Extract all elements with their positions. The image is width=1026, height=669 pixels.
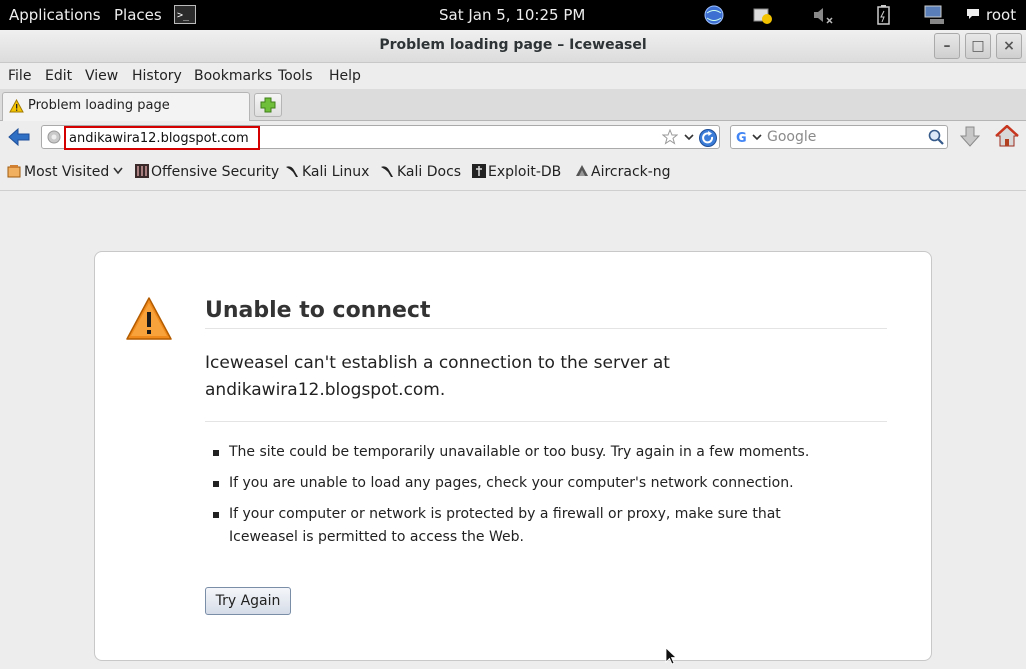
close-icon: × — [1003, 38, 1015, 54]
try-again-button[interactable]: Try Again — [205, 587, 291, 615]
back-button[interactable] — [8, 127, 30, 151]
most-visited-icon — [7, 164, 21, 178]
mouse-cursor-icon — [665, 647, 678, 669]
plus-icon — [260, 97, 276, 113]
bookmark-exploit-db[interactable]: Exploit-DB — [472, 164, 561, 180]
aircrack-icon — [575, 164, 589, 178]
window-title: Problem loading page – Iceweasel — [379, 37, 647, 53]
search-input[interactable] — [767, 129, 917, 145]
url-input[interactable] — [69, 130, 255, 146]
bookmark-star-icon[interactable] — [661, 128, 679, 149]
new-tab-button[interactable] — [254, 93, 282, 117]
window-titlebar: Problem loading page – Iceweasel – □ × — [0, 30, 1026, 63]
kali-dragon-icon — [285, 164, 299, 178]
maximize-button[interactable]: □ — [965, 33, 991, 59]
tab-strip: Problem loading page — [0, 89, 1026, 121]
description-divider — [205, 421, 887, 422]
bookmark-label: Aircrack-ng — [591, 164, 671, 180]
bookmark-most-visited[interactable]: Most Visited — [7, 164, 124, 180]
menu-file[interactable]: File — [8, 68, 31, 84]
exploit-db-icon — [472, 164, 486, 178]
page-content: Unable to connect Iceweasel can't establ… — [0, 191, 1026, 668]
battery-icon[interactable] — [872, 4, 894, 26]
reload-icon[interactable] — [698, 128, 718, 152]
error-bullet-2: If you are unable to load any pages, che… — [229, 475, 794, 491]
menu-view[interactable]: View — [85, 68, 118, 84]
navigation-bar: G — [0, 121, 1026, 155]
bookmark-kali-docs[interactable]: Kali Docs — [380, 164, 461, 180]
offensive-security-icon — [135, 164, 149, 178]
bookmarks-toolbar: Most Visited Offensive Security Kali Lin… — [0, 157, 1026, 191]
bullet-marker — [213, 481, 219, 487]
home-icon[interactable] — [995, 124, 1019, 151]
terminal-icon[interactable]: >_ — [174, 5, 196, 24]
warning-icon — [125, 296, 173, 346]
warning-icon — [9, 98, 24, 117]
kali-dragon-icon — [380, 164, 394, 178]
close-button[interactable]: × — [996, 33, 1022, 59]
bookmark-label: Offensive Security — [151, 164, 280, 180]
applications-menu[interactable]: Applications — [9, 6, 101, 24]
places-menu[interactable]: Places — [114, 6, 162, 24]
url-bar[interactable] — [41, 125, 720, 152]
network-globe-icon[interactable] — [703, 4, 725, 26]
bookmark-label: Most Visited — [24, 164, 110, 180]
update-notifier-icon[interactable] — [752, 4, 774, 26]
bullet-marker — [213, 450, 219, 456]
bookmark-label: Kali Docs — [397, 164, 462, 180]
menu-bookmarks[interactable]: Bookmarks — [194, 68, 272, 84]
error-bullet-3: If your computer or network is protected… — [229, 506, 781, 545]
tab-label: Problem loading page — [28, 98, 170, 113]
bullet-marker — [213, 512, 219, 518]
top-panel: Applications Places >_ Sat Jan 5, 10:25 … — [0, 0, 1026, 30]
volume-muted-icon[interactable] — [812, 4, 834, 26]
maximize-icon: □ — [971, 38, 985, 54]
tab-problem-loading[interactable]: Problem loading page — [2, 92, 250, 121]
google-icon[interactable]: G — [735, 129, 751, 149]
title-divider — [205, 328, 887, 329]
svg-text:>_: >_ — [177, 10, 190, 21]
error-title: Unable to connect — [205, 298, 431, 323]
error-bullet-1: The site could be temporarily unavailabl… — [229, 444, 810, 460]
menu-help[interactable]: Help — [329, 68, 361, 84]
site-identity-icon[interactable] — [47, 130, 61, 148]
bookmark-label: Kali Linux — [302, 164, 370, 180]
menu-bar: File Edit View History Bookmarks Tools H… — [0, 63, 1026, 89]
chat-bubble-icon — [966, 7, 980, 21]
chevron-down-icon — [113, 167, 123, 175]
search-bar[interactable]: G — [730, 125, 948, 149]
clock[interactable]: Sat Jan 5, 10:25 PM — [439, 6, 585, 24]
user-menu[interactable]: root — [986, 6, 1016, 24]
bookmark-aircrack-ng[interactable]: Aircrack-ng — [575, 164, 671, 180]
back-arrow-icon — [8, 127, 30, 147]
bookmark-kali-linux[interactable]: Kali Linux — [285, 164, 369, 180]
bookmark-offensive-security[interactable]: Offensive Security — [135, 164, 279, 180]
error-container: Unable to connect Iceweasel can't establ… — [94, 251, 932, 661]
search-icon[interactable] — [927, 128, 945, 150]
chevron-down-icon[interactable] — [683, 131, 695, 147]
menu-edit[interactable]: Edit — [45, 68, 72, 84]
menu-history[interactable]: History — [132, 68, 182, 84]
menu-tools[interactable]: Tools — [278, 68, 313, 84]
minimize-icon: – — [943, 38, 951, 54]
downloads-icon[interactable] — [959, 126, 981, 152]
bookmark-label: Exploit-DB — [488, 164, 562, 180]
url-highlight-box — [64, 126, 260, 150]
svg-text:G: G — [736, 131, 747, 145]
search-engine-chevron-icon[interactable] — [751, 131, 763, 147]
minimize-button[interactable]: – — [934, 33, 960, 59]
error-description: Iceweasel can't establish a connection t… — [205, 353, 670, 400]
network-computer-icon[interactable] — [922, 4, 944, 26]
